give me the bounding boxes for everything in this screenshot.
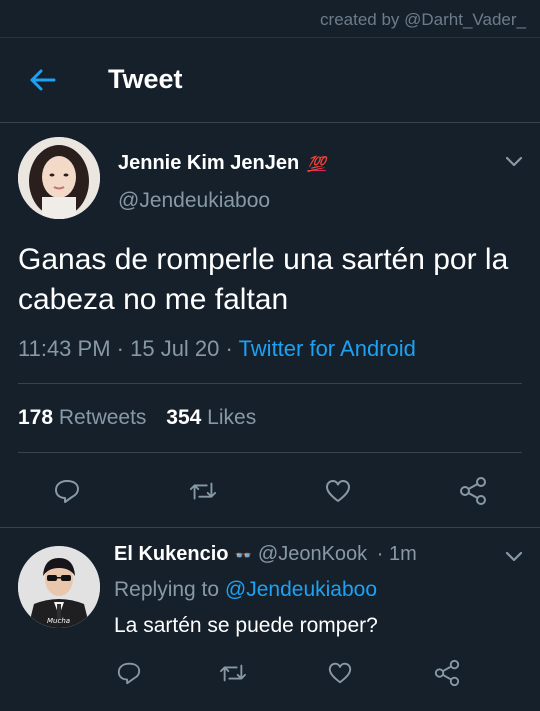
reply-text: La sartén se puede romper? bbox=[114, 614, 378, 637]
sunglasses-icon: 👓 bbox=[234, 547, 251, 563]
tweet-time: 11:43 PM bbox=[18, 336, 111, 361]
reply-reply-button[interactable] bbox=[114, 658, 144, 688]
reply-reply-icon bbox=[117, 662, 141, 685]
reply-avatar-image: Mucha bbox=[18, 546, 100, 628]
author-name-text: Jennie Kim JenJen bbox=[118, 152, 300, 174]
reply-like-button[interactable] bbox=[325, 658, 355, 688]
reply-like-icon bbox=[328, 662, 352, 684]
replying-to-mention[interactable]: @Jendeukiaboo bbox=[225, 578, 377, 601]
likes-stat[interactable]: 354 Likes bbox=[166, 406, 256, 429]
likes-count: 354 bbox=[166, 406, 202, 429]
likes-label: Likes bbox=[207, 406, 257, 429]
share-icon bbox=[460, 477, 486, 505]
avatar[interactable] bbox=[18, 137, 100, 219]
retweets-stat[interactable]: 178 Retweets bbox=[18, 406, 146, 429]
reply-share-button[interactable] bbox=[432, 658, 462, 688]
avatar-image bbox=[18, 137, 100, 219]
engagement-counts: 178 Retweets 354 Likes bbox=[18, 406, 256, 430]
back-button[interactable] bbox=[26, 66, 58, 94]
tweet-meta: 11:43 PM · 15 Jul 20 · Twitter for Andro… bbox=[18, 336, 416, 361]
retweet-button[interactable] bbox=[188, 476, 218, 506]
author-name[interactable]: Jennie Kim JenJen 💯 bbox=[118, 152, 326, 175]
author-handle[interactable]: @Jendeukiaboo bbox=[118, 189, 270, 213]
replying-to: Replying to @Jendeukiaboo bbox=[114, 578, 377, 602]
reply-author-name[interactable]: El Kukencio bbox=[114, 543, 228, 565]
reply-chevron-down-icon[interactable] bbox=[503, 546, 525, 568]
retweets-count: 178 bbox=[18, 406, 54, 429]
chevron-down-icon[interactable] bbox=[503, 151, 525, 173]
header-divider bbox=[0, 122, 540, 123]
reply-button[interactable] bbox=[52, 476, 82, 506]
retweet-icon bbox=[189, 482, 217, 500]
page-title: Tweet bbox=[108, 64, 183, 94]
meta-divider bbox=[18, 383, 522, 384]
reply-age: 1m bbox=[388, 543, 417, 565]
replying-to-label: Replying to bbox=[114, 578, 220, 601]
reply-icon bbox=[55, 480, 79, 503]
hundred-points-icon: 💯 bbox=[307, 156, 326, 173]
reply-avatar[interactable]: Mucha bbox=[18, 546, 100, 628]
tweet-divider bbox=[0, 527, 540, 528]
counts-divider bbox=[18, 452, 522, 453]
reply-author-handle[interactable]: @JeonKook bbox=[258, 543, 367, 565]
like-button[interactable] bbox=[323, 476, 353, 506]
reply-retweet-icon bbox=[220, 664, 246, 682]
reply-share-icon bbox=[434, 659, 460, 687]
reply-header: El Kukencio 👓 @JeonKook · 1m bbox=[114, 543, 417, 565]
tweet-date: 15 Jul 20 bbox=[130, 336, 220, 361]
watermark: created by @Darht_Vader_ bbox=[320, 10, 526, 29]
back-arrow-icon bbox=[30, 69, 56, 91]
reply-avatar-caption: Mucha bbox=[47, 617, 70, 625]
share-button[interactable] bbox=[458, 476, 488, 506]
reply-retweet-button[interactable] bbox=[218, 658, 248, 688]
tweet-source-link[interactable]: Twitter for Android bbox=[239, 336, 416, 361]
like-icon bbox=[326, 480, 350, 502]
tweet-text: Ganas de romperle una sartén por la cabe… bbox=[18, 243, 509, 316]
retweets-label: Retweets bbox=[58, 406, 147, 429]
header-bar: Tweet bbox=[0, 38, 540, 122]
